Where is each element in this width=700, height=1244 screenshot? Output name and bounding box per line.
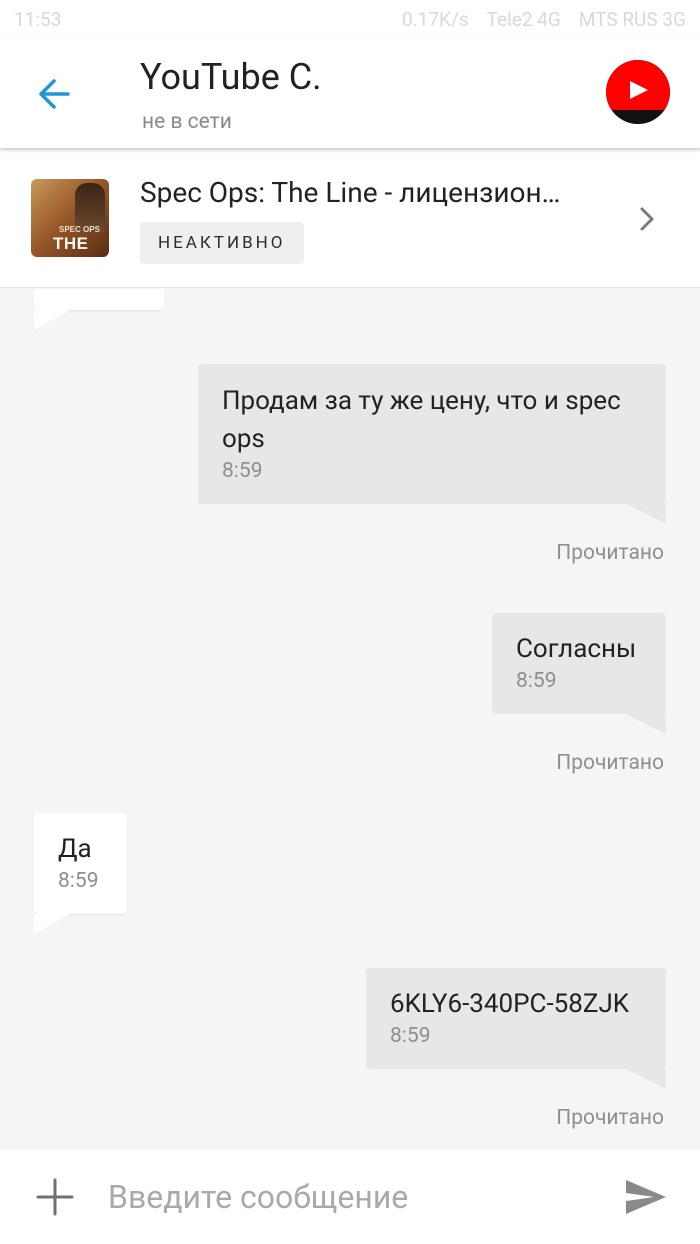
message-input[interactable]	[108, 1172, 598, 1222]
read-receipt: Прочитано	[556, 751, 664, 775]
status-indicators: 0.17K/s Tele2 4G MTS RUS 3G	[402, 8, 686, 31]
status-time: 11:53	[14, 7, 62, 31]
send-icon[interactable]	[624, 1178, 668, 1216]
message-text: 6KLY6-340PC-58ZJK	[390, 989, 630, 1019]
listing-card[interactable]: SPEC OPS THE LI Spec Ops: The Line - лиц…	[0, 150, 700, 288]
chat-header: YouTube С. не в сети	[0, 38, 700, 148]
message-bubble-out[interactable]: Согласны 8:59	[492, 613, 666, 714]
message-text: Согласны	[516, 634, 637, 664]
chevron-right-icon	[640, 207, 654, 231]
thumbnail-text-large: THE LI	[53, 234, 89, 257]
back-button[interactable]	[30, 74, 78, 114]
message-bubble-out[interactable]: 6KLY6-340PC-58ZJK 8:59	[366, 968, 666, 1069]
arrow-left-icon	[39, 79, 70, 109]
bubble-tail	[34, 310, 70, 330]
bubble-tail	[626, 1069, 666, 1089]
carrier-2: MTS RUS 3G	[578, 7, 686, 31]
network-speed: 0.17K/s	[402, 7, 469, 31]
bubble-tail	[626, 714, 666, 734]
bubble-tail	[34, 914, 70, 934]
carrier-1: Tele2 4G	[486, 7, 561, 31]
message-text: Да	[58, 834, 92, 864]
contact-status: не в сети	[142, 110, 232, 134]
youtube-play-icon	[630, 81, 648, 99]
status-bar: 11:53 0.17K/s Tele2 4G MTS RUS 3G	[0, 0, 700, 38]
message-composer	[0, 1150, 700, 1244]
message-time: 8:59	[390, 1024, 431, 1048]
bubble-tail	[626, 504, 666, 524]
message-time: 8:59	[58, 869, 99, 893]
status-badge: НЕАКТИВНО	[140, 222, 304, 264]
avatar[interactable]	[606, 60, 670, 124]
message-text: Продам за ту же цену, что и spec ops	[222, 386, 621, 454]
message-bubble-in	[34, 289, 164, 310]
read-receipt: Прочитано	[556, 1106, 664, 1130]
listing-thumbnail: SPEC OPS THE LI	[31, 179, 109, 257]
message-bubble-in[interactable]: Да 8:59	[34, 813, 127, 914]
message-list[interactable]: Продам за ту же цену, что и spec ops 8:5…	[0, 289, 700, 1149]
message-time: 8:59	[516, 669, 557, 693]
read-receipt: Прочитано	[556, 541, 664, 565]
thumbnail-text-small: SPEC OPS	[59, 225, 100, 234]
message-time: 8:59	[222, 459, 263, 483]
listing-title: Spec Ops: The Line - лицензион…	[140, 176, 561, 209]
plus-icon[interactable]	[36, 1178, 74, 1216]
contact-name[interactable]: YouTube С.	[140, 56, 322, 98]
message-bubble-out[interactable]: Продам за ту же цену, что и spec ops 8:5…	[198, 364, 666, 504]
